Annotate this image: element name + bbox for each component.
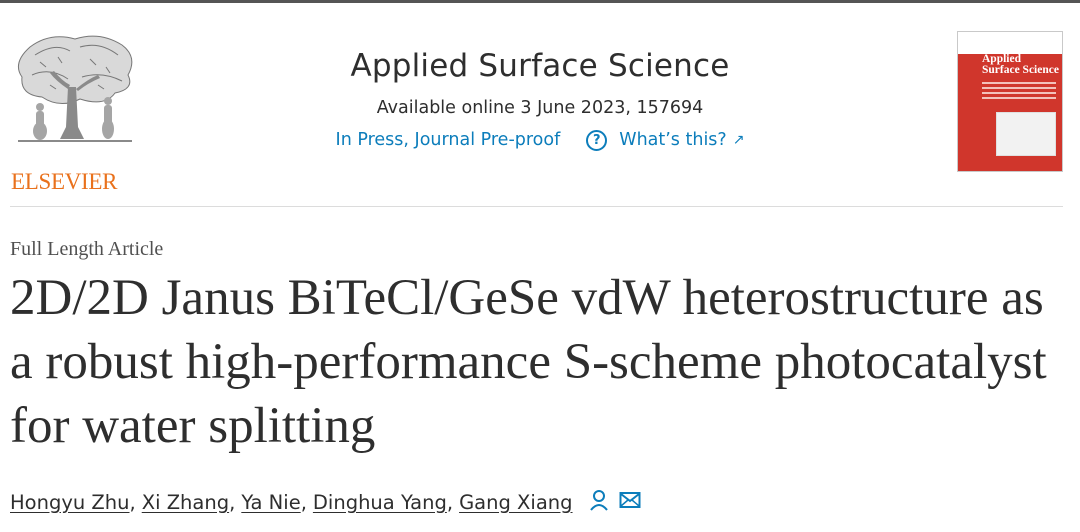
publisher-name: ELSEVIER (11, 169, 118, 194)
author-link[interactable]: Ya Nie (241, 491, 300, 514)
article-type: Full Length Article (10, 238, 164, 260)
tree-logo-icon (17, 35, 133, 142)
author-link[interactable]: Xi Zhang (142, 491, 229, 514)
journal-cover[interactable]: Applied Surface Science (957, 31, 1063, 172)
whats-this-label: What’s this? (619, 130, 727, 150)
external-link-icon: ↗ (732, 132, 745, 148)
person-icon[interactable] (589, 489, 609, 516)
cover-title: Applied Surface Science (982, 53, 1059, 76)
author-link[interactable]: Dinghua Yang (313, 491, 447, 514)
cover-text-lines (982, 82, 1056, 102)
whats-this-link[interactable]: What’s this? ↗ (619, 128, 744, 152)
author-link[interactable]: Hongyu Zhu (10, 491, 130, 514)
journal-title[interactable]: Applied Surface Science (240, 45, 840, 87)
author-separator: , (229, 491, 236, 514)
availability-date: Available online 3 June 2023, 157694 (376, 98, 704, 118)
article-header: ELSEVIER Applied Surface Science Availab… (0, 3, 1080, 208)
author-separator: , (446, 491, 454, 514)
cover-title-line2: Surface Science (982, 64, 1059, 76)
article-title: 2D/2D Janus BiTeCl/GeSe vdW heterostruct… (10, 270, 1047, 454)
help-icon[interactable]: ? (586, 129, 608, 151)
cover-top-band (958, 32, 1062, 54)
status-link[interactable]: In Press, Journal Pre-proof (336, 128, 561, 152)
author-link[interactable]: Gang Xiang (459, 491, 572, 514)
journal-info: Applied Surface Science Available online… (240, 45, 840, 152)
author-separator: , (129, 491, 136, 514)
envelope-icon[interactable] (619, 491, 641, 514)
publisher-logo[interactable]: ELSEVIER (10, 27, 140, 194)
author-list: Hongyu Zhu, Xi Zhang, Ya Nie, Dinghua Ya… (10, 489, 641, 516)
cover-figure (996, 112, 1056, 156)
article-status: In Press, Journal Pre-proof ? What’s thi… (240, 128, 840, 152)
author-separator: , (300, 491, 307, 514)
header-divider (10, 206, 1063, 207)
